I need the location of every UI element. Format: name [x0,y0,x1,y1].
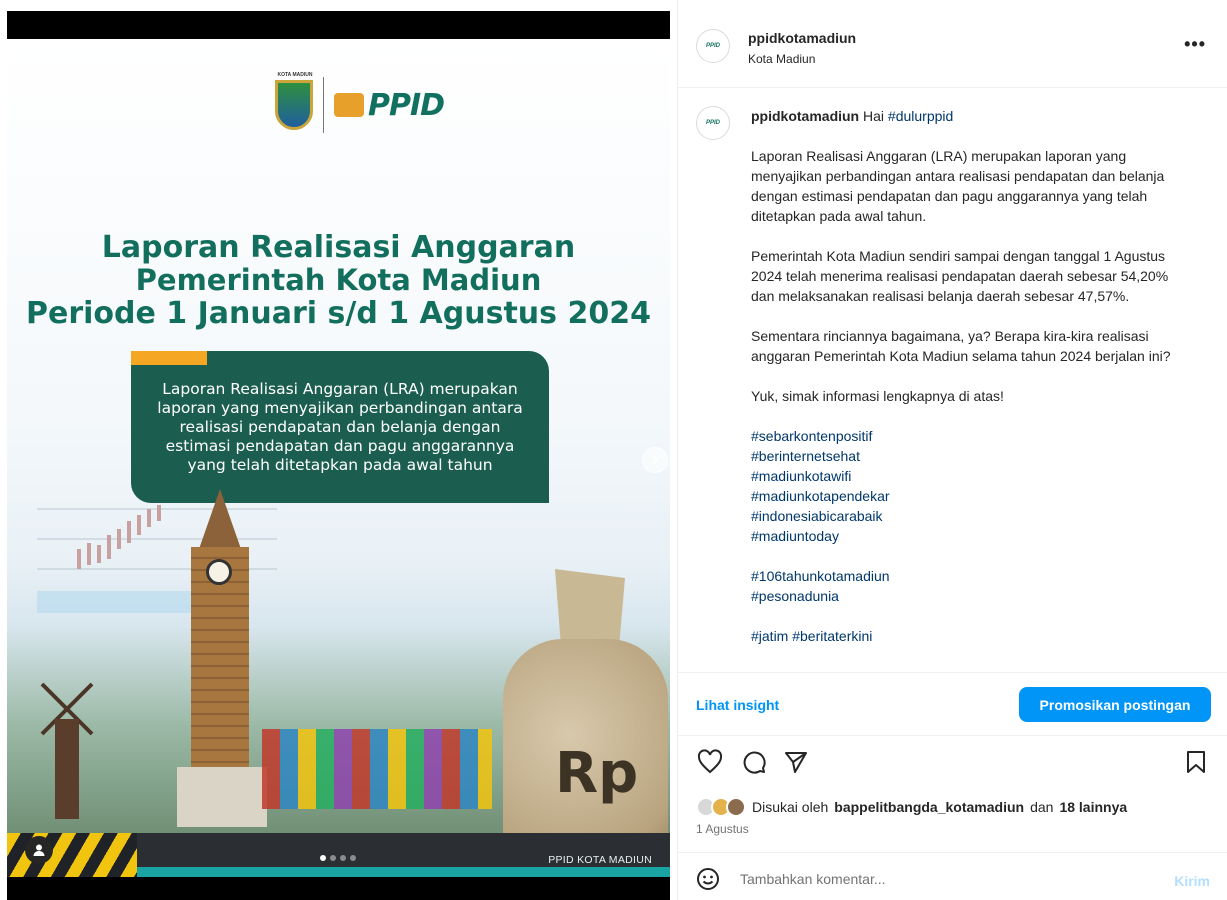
insight-bar: Lihat insight Promosikan postingan [678,672,1227,736]
clock-icon [206,559,232,585]
comment-icon[interactable] [740,748,768,776]
hashtag-group-3: #jatim #beritaterkini [751,626,1181,646]
caption-paragraph: Yuk, simak informasi lengkapnya di atas! [751,388,1004,404]
avatar-logo: PPID [705,43,720,49]
author-username[interactable]: ppidkotamadiun [748,30,856,46]
headline-line-1: Laporan Realisasi Anggaran [101,230,576,265]
watermark: PPID KOTA MADIUN [548,854,652,866]
hashtag-link[interactable]: #madiuntoday [751,526,1181,546]
currency-label: Rp [555,741,639,806]
carousel-dot-1 [320,855,326,861]
caption-header: ppidkotamadiun Hai #dulurppid [751,106,1181,126]
hashtag-group-1: #sebarkontenpositif #berinternetsehat #m… [751,426,1181,546]
hashtag-link[interactable]: #indonesiabicarabaik [751,506,1181,526]
user-icon [33,844,45,856]
heart-icon[interactable] [696,748,724,776]
hashtag-link[interactable]: #pesonadunia [751,586,1181,606]
footer-teal-line [137,867,670,877]
money-bag: Rp [495,559,670,877]
liker-username[interactable]: bappelitbangda_kotamadiun [834,799,1024,815]
caption-area: PPID ppidkotamadiun Hai #dulurppid Lapor… [678,88,1227,672]
caption-avatar-logo: PPID [705,120,720,126]
caption-text: ppidkotamadiun Hai #dulurppid Laporan Re… [751,106,1181,646]
post-side-panel: PPID ppidkotamadiun Kota Madiun ••• PPID… [677,0,1227,900]
likes-prefix: Disukai oleh [752,799,829,815]
post-date[interactable]: 1 Agustus [696,822,749,836]
likes-summary: Disukai oleh bappelitbangda_kotamadiun d… [696,797,1127,817]
send-comment-button[interactable]: Kirim [1174,873,1210,889]
caption-greeting: Hai [863,108,885,124]
tagged-users-button[interactable] [25,836,53,864]
hashtag-link[interactable]: #jatim #beritaterkini [751,626,1181,646]
caption-username[interactable]: ppidkotamadiun [751,108,859,124]
hashtag-link[interactable]: #dulurppid [888,108,953,124]
letterbox-bottom [7,877,670,900]
post-media: KOTA MADIUN PPID Laporan Realisasi Angga… [0,0,677,900]
likes-others-link[interactable]: 18 lainnya [1059,799,1127,815]
caption-paragraph: Laporan Realisasi Anggaran (LRA) merupak… [751,148,1165,224]
post-location[interactable]: Kota Madiun [748,52,815,66]
carousel-dot-2 [330,855,336,861]
action-bar [678,748,1227,782]
hashtag-link[interactable]: #madiunkotapendekar [751,486,1181,506]
carousel-indicator [320,855,356,861]
crest-icon [275,80,313,130]
headline-line-3: Periode 1 Januari s/d 1 Agustus 2024 [26,296,651,331]
caption-paragraph: Pemerintah Kota Madiun sendiri sampai de… [751,248,1169,304]
hashtag-link[interactable]: #berinternetsehat [751,446,1181,466]
caption-paragraph: Sementara rinciannya bagaimana, ya? Bera… [751,328,1171,364]
carousel-slide[interactable]: KOTA MADIUN PPID Laporan Realisasi Angga… [7,39,670,877]
crest-label: KOTA MADIUN [277,72,313,78]
comment-input[interactable] [738,865,1142,893]
liker-avatars [696,797,746,817]
post-headline: Laporan Realisasi Anggaran Pemerintah Ko… [7,231,670,330]
ppid-logo: PPID [334,87,445,123]
post-header: PPID ppidkotamadiun Kota Madiun ••• [678,0,1227,88]
logos: KOTA MADIUN PPID [275,72,445,133]
hashtag-link[interactable]: #106tahunkotamadiun [751,566,1181,586]
emoji-icon[interactable] [696,867,720,891]
likes-joiner: dan [1030,799,1054,815]
definition-text: Laporan Realisasi Anggaran (LRA) merupak… [157,379,523,474]
hashtag-link[interactable]: #madiunkotawifi [751,466,1181,486]
next-slide-button[interactable] [642,447,668,473]
colorful-containers [262,729,492,809]
liker-avatar [726,797,746,817]
author-avatar[interactable]: PPID [696,29,730,63]
carousel-dot-4 [350,855,356,861]
bookmark-icon[interactable] [1182,748,1210,776]
logo-divider [323,77,324,133]
windmill [37,679,97,819]
hashtag-link[interactable]: #sebarkontenpositif [751,426,1181,446]
carousel-dot-3 [340,855,346,861]
city-crest: KOTA MADIUN [275,72,313,130]
caption-avatar[interactable]: PPID [696,106,730,140]
clock-tower [185,489,255,779]
comment-composer: Kirim [678,852,1227,900]
card-accent [131,351,207,365]
ppid-mark-icon [334,93,364,117]
promote-post-button[interactable]: Promosikan postingan [1019,687,1211,722]
ppid-logo-text: PPID [368,87,445,123]
more-options-button[interactable]: ••• [1184,34,1206,55]
view-insights-link[interactable]: Lihat insight [696,697,779,713]
letterbox-top [7,11,670,39]
pavilion [177,767,267,827]
share-icon[interactable] [782,748,810,776]
chevron-right-icon [652,455,659,465]
hashtag-group-2: #106tahunkotamadiun #pesonadunia [751,566,1181,606]
headline-line-2: Pemerintah Kota Madiun [135,263,542,297]
